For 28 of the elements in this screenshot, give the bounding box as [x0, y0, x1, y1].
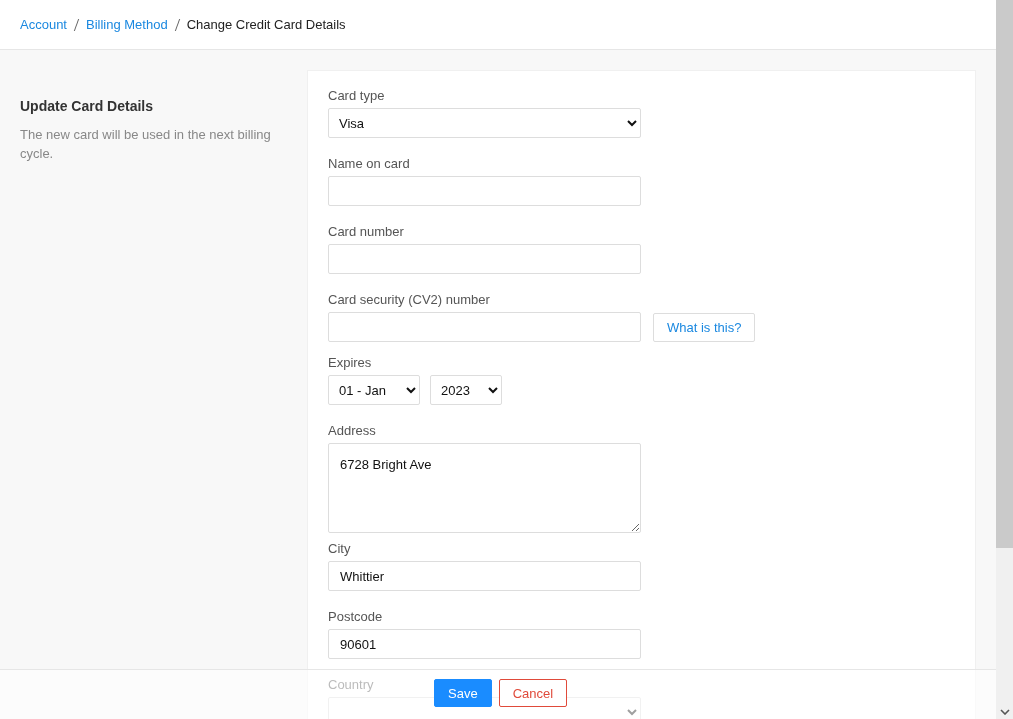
address-field[interactable]: 6728 Bright Ave — [328, 443, 641, 533]
scrollbar[interactable] — [996, 0, 1013, 719]
cancel-button[interactable]: Cancel — [498, 679, 568, 707]
input-field[interactable]: 90601 — [328, 629, 641, 659]
section-title: Update Card Details — [20, 98, 155, 114]
scrollbar-thumb[interactable] — [996, 0, 1013, 548]
breadcrumb-current: Change Credit Card Details — [186, 17, 346, 32]
section-description: The new card will be used in the next billing cycle. — [20, 126, 272, 163]
field-label: Address — [328, 423, 376, 439]
breadcrumb-link[interactable]: Billing Method — [86, 17, 168, 32]
field-label: City — [328, 541, 351, 557]
input-field[interactable] — [328, 244, 641, 274]
input-field[interactable] — [328, 312, 641, 342]
help-button[interactable]: What is this? — [653, 312, 756, 342]
month-select[interactable]: 01 - Jan — [328, 375, 420, 405]
input-field[interactable] — [328, 176, 641, 206]
field-label: Country — [328, 677, 374, 693]
field-label: Expires — [328, 355, 372, 371]
input-field[interactable]: Whittier — [328, 561, 641, 591]
year-select[interactable]: 2023 — [430, 375, 502, 405]
field-label: Card type — [328, 88, 385, 104]
field-label: Postcode — [328, 609, 383, 625]
field-label: Name on card — [328, 156, 410, 172]
select-field[interactable]: Visa — [328, 108, 641, 138]
field-label: Card security (CV2) number — [328, 292, 490, 308]
chevron-down-icon[interactable] — [999, 709, 1010, 715]
breadcrumb-link[interactable]: Account — [20, 17, 67, 32]
field-label: Card number — [328, 224, 404, 240]
